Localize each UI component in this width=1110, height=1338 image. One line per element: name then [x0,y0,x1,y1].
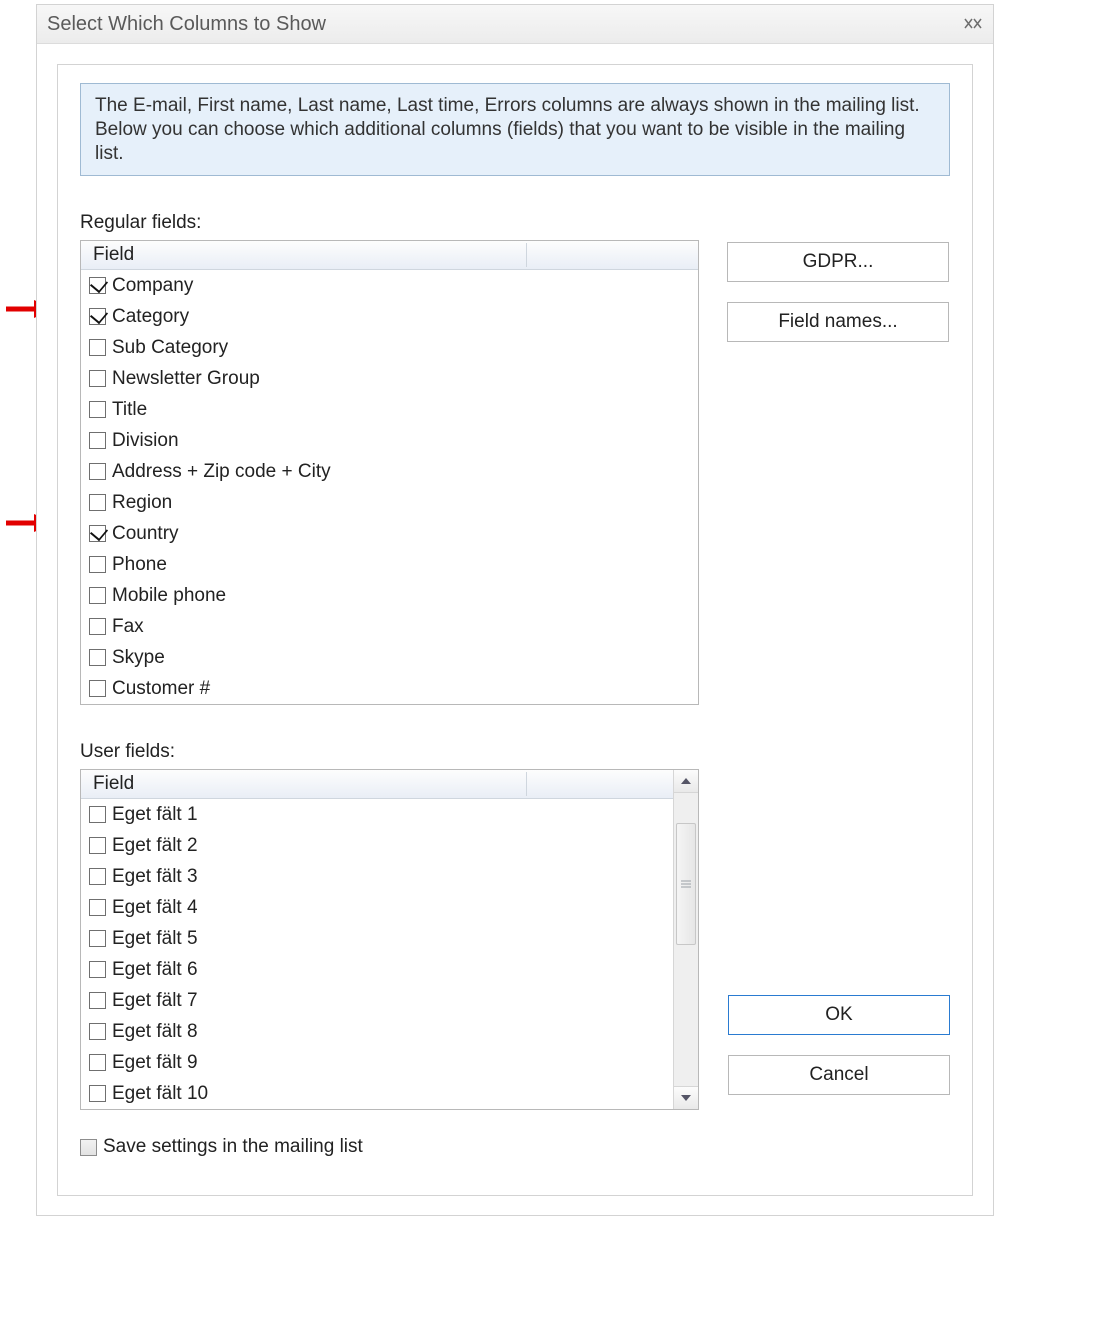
info-banner: The E-mail, First name, Last name, Last … [80,83,950,176]
field-label: Eget fält 9 [112,1052,198,1074]
regular-fields-label: Regular fields: [80,212,950,234]
list-item[interactable]: Mobile phone [81,580,698,611]
field-label: Customer # [112,678,210,700]
list-item[interactable]: Eget fält 8 [81,1016,673,1047]
gdpr-button[interactable]: GDPR... [727,242,949,282]
column-divider[interactable] [526,243,527,267]
list-item[interactable]: Eget fält 10 [81,1078,673,1109]
list-item[interactable]: Eget fält 5 [81,923,673,954]
field-label: Newsletter Group [112,368,260,390]
ok-button[interactable]: OK [728,995,950,1035]
field-checkbox[interactable] [89,1085,106,1102]
list-item[interactable]: Address + Zip code + City [81,456,698,487]
field-checkbox[interactable] [89,277,106,294]
list-header[interactable]: Field [81,241,698,270]
field-checkbox[interactable] [89,899,106,916]
field-label: Eget fält 1 [112,804,198,826]
field-label: Mobile phone [112,585,226,607]
list-item[interactable]: Customer # [81,673,698,704]
field-names-button[interactable]: Field names... [727,302,949,342]
list-item[interactable]: Skype [81,642,698,673]
scroll-track[interactable] [674,793,698,1086]
list-item[interactable]: Phone [81,549,698,580]
window-title: Select Which Columns to Show [47,13,326,36]
field-label: Eget fält 7 [112,990,198,1012]
field-label: Fax [112,616,144,638]
list-item[interactable]: Fax [81,611,698,642]
title-bar: Select Which Columns to Show [37,5,993,44]
column-header-field: Field [81,244,134,266]
list-item[interactable]: Sub Category [81,332,698,363]
list-item[interactable]: Region [81,487,698,518]
field-label: Category [112,306,189,328]
list-item[interactable]: Eget fält 6 [81,954,673,985]
list-item[interactable]: Eget fält 9 [81,1047,673,1078]
field-label: Region [112,492,172,514]
field-checkbox[interactable] [89,525,106,542]
close-icon[interactable] [963,17,983,31]
field-checkbox[interactable] [89,308,106,325]
list-item[interactable]: Title [81,394,698,425]
field-checkbox[interactable] [89,992,106,1009]
field-label: Skype [112,647,165,669]
column-divider[interactable] [526,772,527,796]
field-label: Company [112,275,193,297]
field-label: Phone [112,554,167,576]
field-label: Eget fält 10 [112,1083,208,1105]
field-checkbox[interactable] [89,649,106,666]
list-item[interactable]: Eget fält 3 [81,861,673,892]
field-checkbox[interactable] [89,930,106,947]
field-checkbox[interactable] [89,837,106,854]
field-label: Country [112,523,179,545]
field-checkbox[interactable] [89,806,106,823]
field-label: Eget fält 4 [112,897,198,919]
scroll-down-button[interactable] [674,1086,698,1109]
field-label: Sub Category [112,337,228,359]
list-item[interactable]: Country [81,518,698,549]
field-label: Title [112,399,147,421]
cancel-button[interactable]: Cancel [728,1055,950,1095]
field-checkbox[interactable] [89,961,106,978]
field-checkbox[interactable] [89,401,106,418]
list-item[interactable]: Category [81,301,698,332]
scroll-thumb[interactable] [676,823,696,945]
field-label: Eget fält 2 [112,835,198,857]
list-item[interactable]: Eget fält 2 [81,830,673,861]
field-checkbox[interactable] [89,1054,106,1071]
field-checkbox[interactable] [89,494,106,511]
save-settings-label: Save settings in the mailing list [103,1136,363,1158]
user-fields-label: User fields: [80,741,950,763]
dialog-window: Select Which Columns to Show The E-mail,… [36,4,994,1216]
list-item[interactable]: Eget fält 7 [81,985,673,1016]
field-checkbox[interactable] [89,556,106,573]
scroll-up-button[interactable] [674,770,698,793]
field-label: Eget fält 5 [112,928,198,950]
field-checkbox[interactable] [89,1023,106,1040]
list-item[interactable]: Eget fält 1 [81,799,673,830]
field-label: Address + Zip code + City [112,461,331,483]
list-item[interactable]: Newsletter Group [81,363,698,394]
list-item[interactable]: Eget fält 4 [81,892,673,923]
field-checkbox[interactable] [89,680,106,697]
field-checkbox[interactable] [89,463,106,480]
field-label: Division [112,430,179,452]
field-checkbox[interactable] [89,432,106,449]
field-checkbox[interactable] [89,618,106,635]
regular-fields-list[interactable]: Field Company Category Sub Category Newslet… [80,240,699,705]
list-item[interactable]: Division [81,425,698,456]
column-header-field: Field [81,773,134,795]
field-checkbox[interactable] [89,587,106,604]
save-settings-checkbox[interactable] [80,1139,97,1156]
field-label: Eget fält 8 [112,1021,198,1043]
field-label: Eget fält 6 [112,959,198,981]
list-item[interactable]: Company [81,270,698,301]
field-checkbox[interactable] [89,370,106,387]
scrollbar[interactable] [673,770,698,1109]
field-label: Eget fält 3 [112,866,198,888]
user-fields-list[interactable]: Field Eget fält 1 Eget fält 2 Eget fält 3 E… [80,769,699,1110]
list-header[interactable]: Field [81,770,673,799]
field-checkbox[interactable] [89,868,106,885]
field-checkbox[interactable] [89,339,106,356]
